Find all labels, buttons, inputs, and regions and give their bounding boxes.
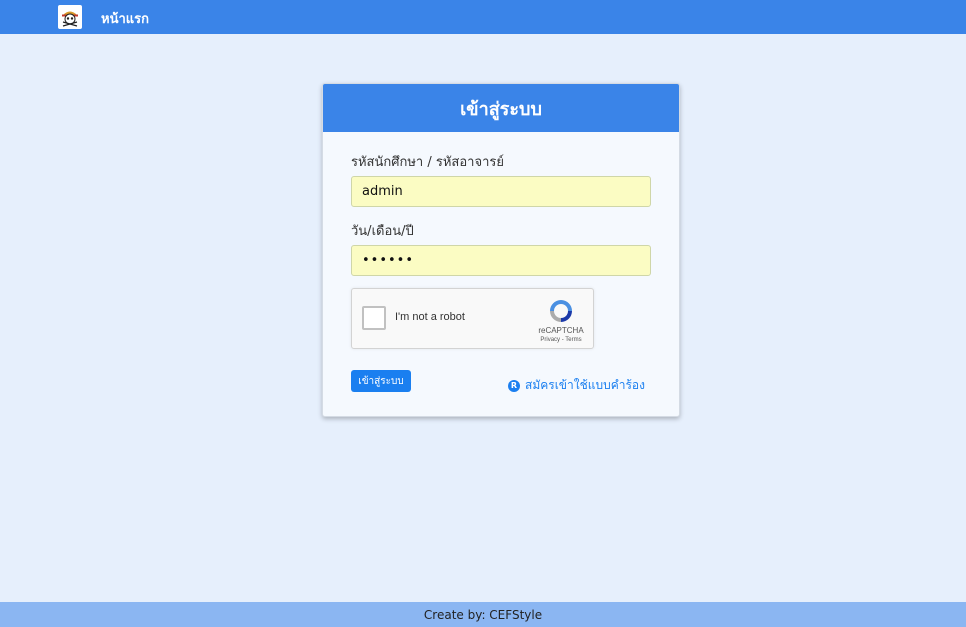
footer-credit: Create by: CEFStyle [423, 607, 543, 622]
top-navbar: หน้าแรก [0, 0, 966, 34]
password-label: วัน/เดือน/ปี [351, 224, 414, 239]
recaptcha-brand: reCAPTCHA [538, 326, 584, 335]
register-label: สมัครเข้าใช้แบบคำร้อง [525, 378, 645, 392]
login-button[interactable]: เข้าสู่ระบบ [351, 370, 411, 392]
nav-home-link[interactable]: หน้าแรก [101, 8, 149, 29]
username-input[interactable] [351, 176, 651, 207]
password-input[interactable] [351, 245, 651, 276]
register-link[interactable]: R สมัครเข้าใช้แบบคำร้อง [508, 376, 645, 395]
recaptcha-logo-icon [550, 300, 572, 322]
username-label: รหัสนักศึกษา / รหัสอาจารย์ [351, 155, 504, 170]
recaptcha-widget: I'm not a robot reCAPTCHA Privacy - Term… [351, 288, 594, 349]
login-title: เข้าสู่ระบบ [460, 98, 542, 120]
registered-icon: R [508, 379, 520, 392]
footer: Create by: CEFStyle [0, 602, 966, 627]
login-card: เข้าสู่ระบบ รหัสนักศึกษา / รหัสอาจารย์ ว… [322, 83, 680, 417]
recaptcha-checkbox[interactable] [362, 306, 386, 330]
recaptcha-links[interactable]: Privacy - Terms [530, 337, 592, 343]
login-card-header: เข้าสู่ระบบ [323, 84, 679, 132]
skull-logo-icon[interactable] [58, 5, 82, 29]
recaptcha-label: I'm not a robot [395, 311, 465, 323]
